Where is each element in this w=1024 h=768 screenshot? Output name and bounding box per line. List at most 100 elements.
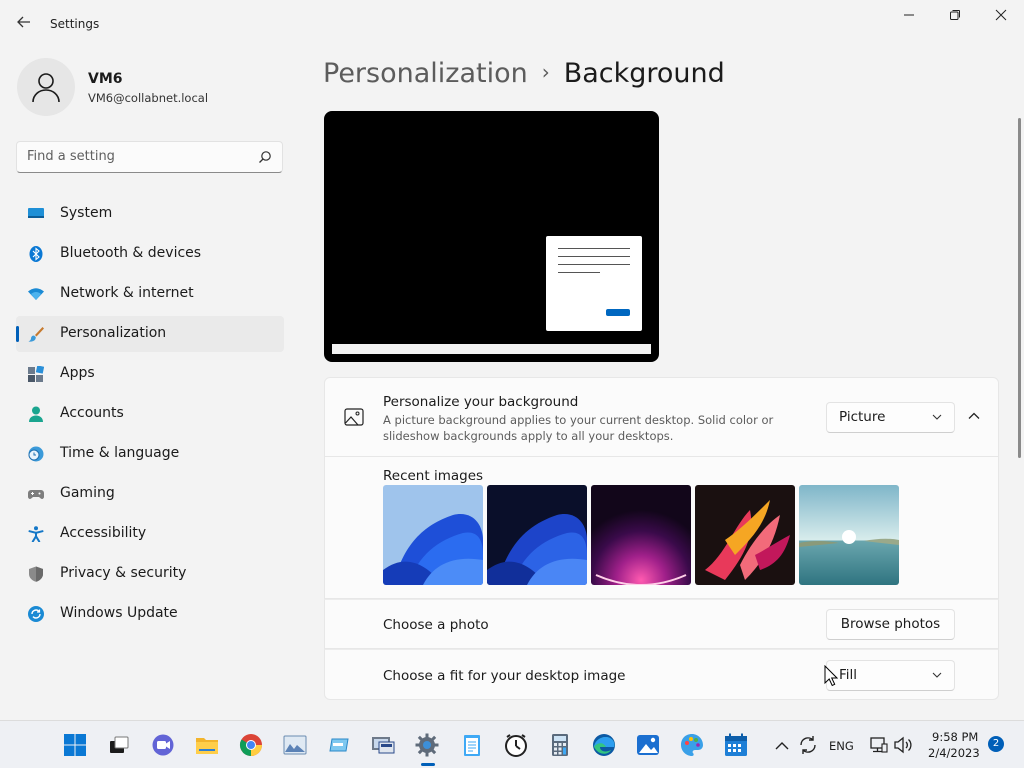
chat-icon[interactable] [151,733,175,757]
storage-icon[interactable] [327,733,351,757]
avatar[interactable] [17,58,75,116]
search-input[interactable] [27,149,247,164]
chevron-down-icon [932,414,942,420]
sidebar-item-network[interactable]: Network & internet [16,276,284,312]
task-view-icon[interactable] [107,733,131,757]
background-type-value: Picture [839,409,886,425]
preview-taskbar [332,344,651,354]
sidebar-item-label: Network & internet [60,285,194,301]
recent-image-thumbnail[interactable] [383,485,483,585]
personalize-description: A picture background applies to your cur… [383,413,774,443]
active-app-indicator [421,763,435,766]
search-icon [259,151,271,163]
clock-icon[interactable] [504,733,528,757]
sidebar-item-time-language[interactable]: Time & language [16,436,284,472]
sidebar-nav: System Bluetooth & devices Network & int… [16,196,284,636]
recent-image-thumbnail[interactable] [591,485,691,585]
fit-dropdown[interactable]: Fill [826,660,955,691]
sidebar-item-label: Personalization [60,325,167,341]
sidebar-item-gaming[interactable]: Gaming [16,476,284,512]
remote-desktop-icon[interactable] [371,733,395,757]
sidebar-item-label: Accessibility [60,525,147,541]
wifi-icon [28,288,44,300]
user-icon [32,73,60,103]
browse-photos-button[interactable]: Browse photos [826,609,955,640]
chevron-up-icon[interactable] [966,408,982,424]
sidebar-item-accounts[interactable]: Accounts [16,396,284,432]
mouse-cursor-icon [824,665,838,687]
recent-images-label: Recent images [383,468,484,484]
picture-icon [344,408,364,426]
calculator-icon[interactable] [548,733,572,757]
recent-image-thumbnail[interactable] [695,485,795,585]
user-name: VM6 [88,71,123,87]
background-type-dropdown[interactable]: Picture [826,402,955,433]
fit-value: Fill [839,667,858,683]
minimize-button[interactable] [887,6,931,28]
notepad-icon[interactable] [460,733,484,757]
network-icon[interactable] [870,736,888,754]
search-box[interactable] [16,141,283,173]
chevron-down-icon [932,672,942,678]
language-indicator[interactable]: ENG [829,739,854,753]
sidebar-item-personalization[interactable]: Personalization [16,316,284,352]
recent-images-card: Recent images [324,457,999,599]
calendar-icon[interactable] [724,733,748,757]
system-icon [28,208,44,218]
sidebar-item-bluetooth[interactable]: Bluetooth & devices [16,236,284,272]
close-button[interactable] [979,6,1023,28]
choose-photo-row: Choose a photo Browse photos [324,599,999,649]
sidebar-item-label: System [60,205,113,221]
preview-window [546,236,642,331]
desktop-preview [324,111,659,362]
fit-row: Choose a fit for your desktop image Fill [324,649,999,700]
apps-icon [28,366,44,382]
sidebar-item-label: Bluetooth & devices [60,245,202,261]
breadcrumb: Personalization › Background [323,58,725,89]
update-icon [28,606,44,622]
bluetooth-icon [29,246,43,262]
recent-image-thumbnail[interactable] [799,485,899,585]
clock-time[interactable]: 9:58 PM [932,730,978,744]
settings-gear-icon[interactable] [415,733,439,757]
choose-photo-label: Choose a photo [383,617,489,633]
window-title: Settings [50,17,100,31]
personalize-background-card: Personalize your background A picture ba… [324,377,999,457]
clock-date[interactable]: 2/4/2023 [928,746,980,760]
accounts-icon [29,406,43,422]
maximize-button[interactable] [933,6,977,28]
photos-icon[interactable] [636,733,660,757]
taskbar: ENG 9:58 PM 2/4/2023 [0,720,1024,768]
sidebar-item-label: Apps [60,365,95,381]
start-icon[interactable] [63,733,87,757]
sidebar-item-label: Windows Update [60,605,178,621]
gamepad-icon [28,490,44,499]
sidebar-item-windows-update[interactable]: Windows Update [16,596,284,632]
recent-image-thumbnail[interactable] [487,485,587,585]
photos-viewer-icon[interactable] [283,733,307,757]
notification-badge[interactable]: 2 [988,736,1004,752]
chrome-icon[interactable] [239,733,263,757]
sidebar-item-label: Accounts [60,405,124,421]
clock-globe-icon [28,446,44,462]
back-arrow-icon[interactable] [14,14,34,34]
personalize-title: Personalize your background [383,394,579,410]
file-explorer-icon[interactable] [195,733,219,757]
chevron-right-icon: › [541,60,550,84]
sidebar-item-accessibility[interactable]: Accessibility [16,516,284,552]
fit-label: Choose a fit for your desktop image [383,668,626,684]
edge-icon[interactable] [592,733,616,757]
chevron-up-icon[interactable] [774,738,790,754]
sync-icon[interactable] [798,735,818,755]
paint-icon[interactable] [680,733,704,757]
sidebar-item-apps[interactable]: Apps [16,356,284,392]
volume-icon[interactable] [893,736,913,754]
sidebar-item-label: Privacy & security [60,565,187,581]
breadcrumb-parent[interactable]: Personalization [323,58,528,89]
vertical-scrollbar[interactable] [1018,118,1021,458]
user-email: VM6@collabnet.local [88,91,209,105]
title-bar: Settings [0,0,1024,48]
sidebar-item-privacy[interactable]: Privacy & security [16,556,284,592]
sidebar-item-system[interactable]: System [16,196,284,232]
shield-icon [29,566,43,582]
